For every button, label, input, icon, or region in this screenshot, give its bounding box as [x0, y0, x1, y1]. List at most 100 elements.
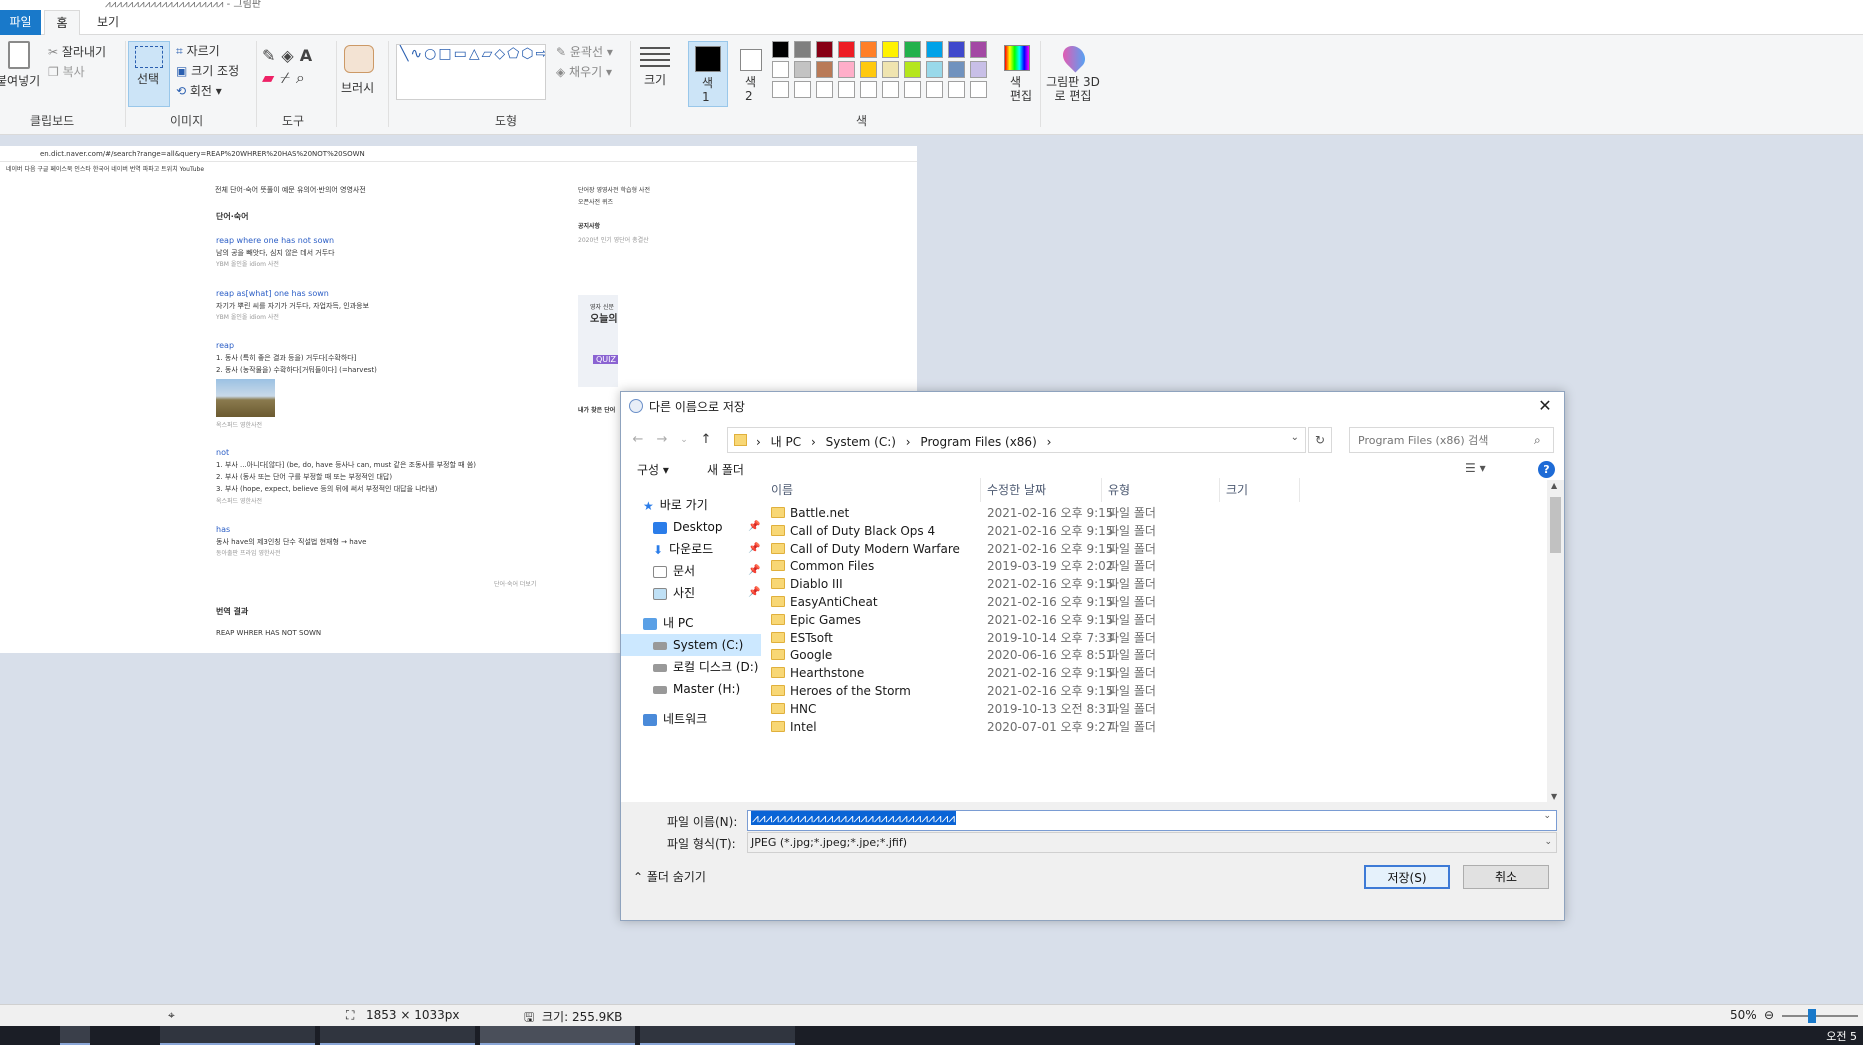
filetype-select[interactable]: JPEG (*.jpg;*.jpeg;*.jpe;*.jfif) ⌄	[747, 832, 1557, 853]
nav-network[interactable]: 네트워크	[621, 708, 761, 730]
color-swatch[interactable]	[772, 81, 789, 98]
scroll-up-icon[interactable]: ▲	[1551, 481, 1557, 490]
color-swatch[interactable]	[970, 41, 987, 58]
color-swatch[interactable]	[882, 41, 899, 58]
tab-view[interactable]: 보기	[88, 10, 128, 35]
taskbar-app[interactable]	[320, 1026, 475, 1045]
color-swatch[interactable]	[772, 61, 789, 78]
color-swatch[interactable]	[926, 81, 943, 98]
color-swatch[interactable]	[860, 81, 877, 98]
nav-this-pc[interactable]: 내 PC	[621, 612, 761, 634]
scrollbar[interactable]: ▲ ▼	[1547, 480, 1564, 802]
tab-file[interactable]: 파일	[0, 10, 41, 35]
address-bar[interactable]: › 내 PC › System (C:) › Program Files (x8…	[727, 427, 1306, 453]
save-button[interactable]: 저장(S)	[1364, 865, 1450, 889]
crop-button[interactable]: ⌗ 자르기	[176, 42, 220, 59]
zoom-slider[interactable]	[1782, 1009, 1858, 1023]
edit-colors-button[interactable]: 색 편집	[1000, 41, 1036, 107]
organize-button[interactable]: 구성 ▾	[637, 461, 669, 478]
color-swatch[interactable]	[926, 61, 943, 78]
close-icon[interactable]: ✕	[1534, 395, 1556, 417]
color-swatch[interactable]	[838, 81, 855, 98]
nav-master-h[interactable]: Master (H:)	[621, 678, 761, 700]
rotate-button[interactable]: ⟲ 회전 ▾	[176, 82, 222, 99]
tab-home[interactable]: 홈	[44, 10, 80, 36]
view-options-icon[interactable]: ☰ ▾	[1465, 461, 1486, 475]
breadcrumb-item[interactable]: 내 PC	[771, 435, 801, 449]
color-swatch[interactable]	[904, 41, 921, 58]
copy-button[interactable]: ❐ 복사	[48, 63, 85, 80]
nav-system-c[interactable]: System (C:)	[621, 634, 761, 656]
fill-icon[interactable]: ◈	[281, 46, 299, 65]
brush-button[interactable]: 브러시	[340, 41, 380, 107]
color2-button[interactable]: 색 2	[734, 41, 768, 107]
new-folder-button[interactable]: 새 폴더	[707, 461, 744, 478]
color-swatch[interactable]	[816, 61, 833, 78]
taskbar-app[interactable]	[160, 1026, 315, 1045]
cut-button[interactable]: ✂ 잘라내기	[48, 43, 106, 60]
color-swatch[interactable]	[838, 41, 855, 58]
select-button[interactable]: 선택	[128, 41, 170, 107]
taskbar-app[interactable]	[640, 1026, 795, 1045]
nav-quick-access[interactable]: ★ 바로 가기	[621, 494, 761, 516]
taskbar-app[interactable]	[60, 1026, 90, 1045]
column-header-name[interactable]: 이름	[765, 478, 981, 502]
color-swatch[interactable]	[838, 61, 855, 78]
color-swatch[interactable]	[860, 41, 877, 58]
canvas-area[interactable]: en.dict.naver.com/#/search?range=all&que…	[0, 136, 1863, 1004]
fill-button[interactable]: ◈ 채우기 ▾	[556, 63, 612, 80]
nav-pictures[interactable]: 사진 📌	[621, 582, 761, 604]
paste-button[interactable]: 붙여넣기	[0, 39, 40, 95]
color-swatch[interactable]	[860, 61, 877, 78]
nav-downloads[interactable]: ⬇ 다운로드 📌	[621, 538, 761, 560]
color1-button[interactable]: 색 1	[688, 41, 728, 107]
color-swatch[interactable]	[926, 41, 943, 58]
eraser-icon[interactable]: ▰	[262, 68, 280, 87]
color-swatch[interactable]	[904, 81, 921, 98]
scroll-down-icon[interactable]: ▼	[1551, 792, 1557, 801]
recent-dropdown-icon[interactable]: ⌄	[675, 430, 693, 450]
color-swatch[interactable]	[882, 61, 899, 78]
color-swatch[interactable]	[882, 81, 899, 98]
cancel-button[interactable]: 취소	[1463, 865, 1549, 889]
text-icon[interactable]: A	[300, 46, 318, 65]
refresh-icon[interactable]: ↻	[1308, 427, 1332, 453]
nav-documents[interactable]: 문서 📌	[621, 560, 761, 582]
color-swatch[interactable]	[948, 81, 965, 98]
resize-button[interactable]: ▣ 크기 조정	[176, 62, 239, 79]
column-header-date[interactable]: 수정한 날짜	[981, 478, 1102, 502]
nav-local-d[interactable]: 로컬 디스크 (D:)	[621, 656, 761, 678]
color-picker-icon[interactable]: ⌿	[280, 68, 296, 87]
help-icon[interactable]: ?	[1538, 461, 1555, 478]
color-swatch[interactable]	[794, 41, 811, 58]
column-header-type[interactable]: 유형	[1102, 478, 1220, 502]
color-swatch[interactable]	[970, 81, 987, 98]
zoom-slider-thumb[interactable]	[1808, 1009, 1816, 1023]
scroll-thumb[interactable]	[1550, 497, 1561, 553]
color-swatch[interactable]	[816, 81, 833, 98]
chevron-down-icon[interactable]: ⌄	[1542, 811, 1552, 821]
paint3d-button[interactable]: 그림판 3D로 편집	[1044, 41, 1102, 107]
column-header-size[interactable]: 크기	[1220, 478, 1300, 502]
color-swatch[interactable]	[904, 61, 921, 78]
color-swatch[interactable]	[794, 61, 811, 78]
breadcrumb-item[interactable]: Program Files (x86)	[920, 435, 1036, 449]
color-swatch[interactable]	[816, 41, 833, 58]
nav-desktop[interactable]: Desktop 📌	[621, 516, 761, 538]
taskbar-app[interactable]	[480, 1026, 635, 1045]
pencil-icon[interactable]: ✎	[262, 46, 281, 65]
outline-button[interactable]: ✎ 윤곽선 ▾	[556, 43, 613, 60]
color-swatch[interactable]	[970, 61, 987, 78]
color-swatch[interactable]	[794, 81, 811, 98]
color-swatch[interactable]	[948, 41, 965, 58]
size-button[interactable]: 크기	[636, 41, 674, 107]
magnifier-icon[interactable]: ⌕	[296, 68, 311, 87]
up-icon[interactable]: ↑	[697, 430, 715, 450]
zoom-out-icon[interactable]: ⊖	[1764, 1008, 1774, 1022]
hide-folders-button[interactable]: ⌃ 폴더 숨기기	[633, 868, 706, 885]
breadcrumb-item[interactable]: System (C:)	[826, 435, 896, 449]
filename-input[interactable]: ⩘⩘⩘⩘⩘⩘⩘⩘⩘⩘⩘⩘⩘⩘⩘⩘⩘⩘⩘⩘⩘⩘⩘⩘⩘⩘⩘⩘⩘⩘ ⌄	[747, 810, 1557, 831]
forward-icon[interactable]: →	[653, 430, 671, 450]
chevron-down-icon[interactable]: ⌄	[1291, 432, 1299, 443]
color-swatch[interactable]	[772, 41, 789, 58]
